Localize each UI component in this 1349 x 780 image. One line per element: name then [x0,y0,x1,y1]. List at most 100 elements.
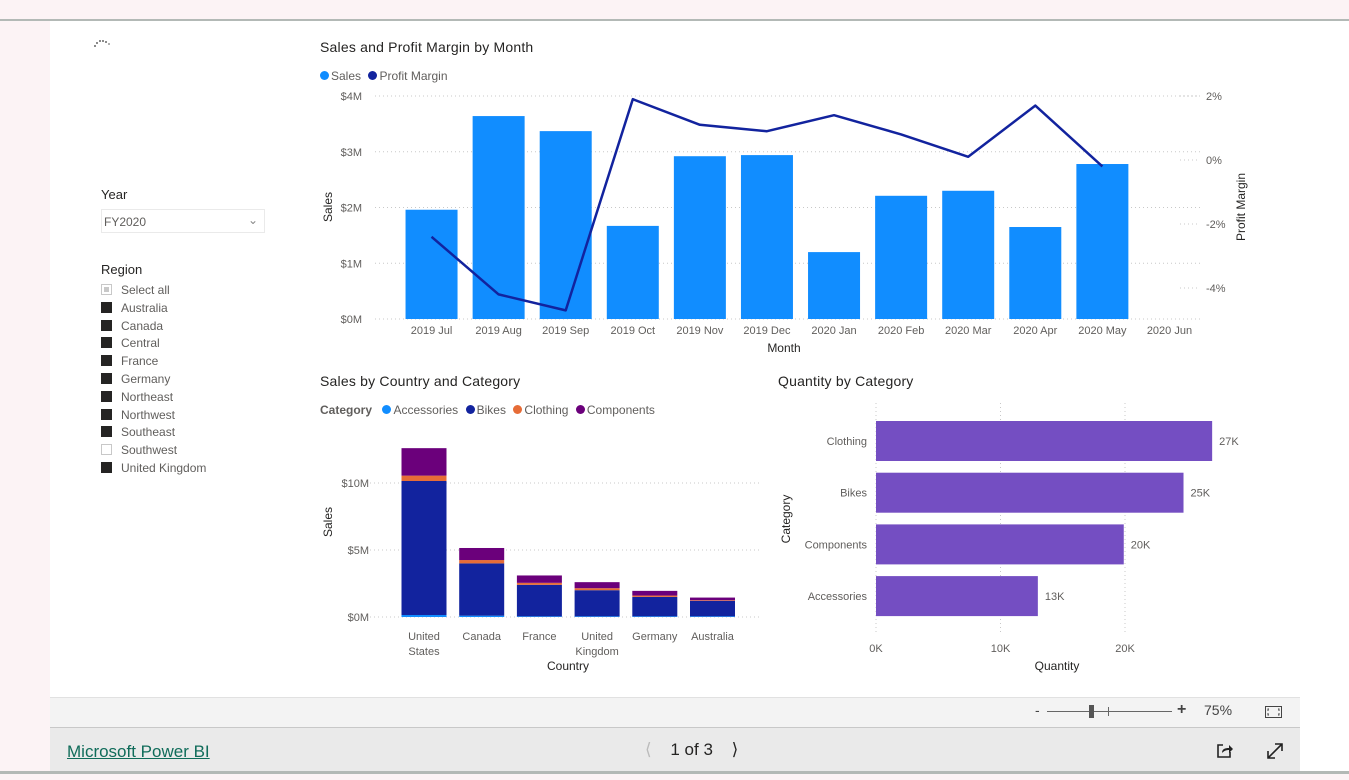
checkbox-icon[interactable] [101,301,112,313]
legend-item-components[interactable]: Components [575,403,655,417]
stacked-bar-bikes[interactable] [401,480,447,615]
stacked-bar-components[interactable] [574,582,620,589]
legend-dot [465,405,475,414]
stacked-bar-bikes[interactable] [632,596,678,617]
legend-dot-sales [320,71,329,80]
region-option[interactable]: Southeast [101,423,175,441]
x-axis-title: Country [547,659,589,673]
stacked-bar-accessories[interactable] [690,616,735,617]
checkbox-icon[interactable] [101,284,112,295]
legend-dot [575,405,585,414]
expand-icon[interactable] [1266,742,1284,760]
stacked-bar-clothing[interactable] [516,582,562,585]
stacked-bar-components[interactable] [690,597,735,601]
y-tick-label: $5M [348,545,369,557]
stacked-bar-clothing[interactable] [459,560,505,564]
checkbox-icon[interactable] [101,408,112,420]
sales-bar[interactable] [808,252,861,319]
checkbox-icon[interactable] [101,426,112,438]
region-option[interactable]: Select all [101,281,170,299]
zoom-in-button[interactable]: + [1177,701,1186,719]
region-option[interactable]: Australia [101,299,168,317]
chevron-right-icon[interactable]: ⟩ [732,740,739,759]
share-icon[interactable] [1216,742,1234,759]
x-tick-label: 20K [1115,643,1135,655]
region-option[interactable]: Southwest [101,441,177,459]
region-option[interactable]: Northeast [101,388,173,406]
checkbox-icon[interactable] [101,337,112,349]
sales-bar[interactable] [1009,227,1062,319]
y-axis-title: Category [779,495,793,544]
stacked-bar-clothing[interactable] [690,600,735,601]
stacked-bar-bikes[interactable] [516,584,562,617]
stacked-bar-accessories[interactable] [632,616,678,617]
sales-bar[interactable] [539,131,592,319]
legend-item-sales[interactable]: Sales [320,69,361,83]
quantity-bar[interactable] [876,576,1038,617]
sales-bar[interactable] [1076,164,1129,319]
zoom-slider-track[interactable] [1047,711,1172,712]
stacked-bar-accessories[interactable] [574,616,620,617]
stacked-bar-accessories[interactable] [401,614,447,617]
x-tick-label: 2020 Jun [1147,325,1192,337]
checkbox-icon[interactable] [101,319,112,331]
stacked-bar-components[interactable] [459,547,505,561]
legend-label: Sales [331,69,362,83]
stacked-bar-accessories[interactable] [459,615,505,617]
region-option[interactable]: Canada [101,317,163,335]
power-bi-link[interactable]: Microsoft Power BI [67,742,210,762]
y-tick-label: $10M [341,478,369,490]
checkbox-icon[interactable] [101,390,112,402]
year-dropdown[interactable]: FY2020 ⌄ [101,209,265,233]
quantity-bar[interactable] [876,421,1213,461]
stacked-bar-accessories[interactable] [516,616,562,617]
stacked-bar-bikes[interactable] [459,563,505,616]
y-tick-label: $1M [341,258,362,270]
legend-item-clothing[interactable]: Clothing [513,403,568,417]
stacked-bar-components[interactable] [516,575,562,583]
sales-bar[interactable] [673,156,726,319]
stacked-bar-bikes[interactable] [690,600,735,617]
legend-item-accessories[interactable]: Accessories [382,403,458,417]
stacked-bar-clothing[interactable] [401,475,447,481]
x-tick-label: 2020 Mar [945,325,992,337]
checkbox-icon[interactable] [101,444,112,456]
checkbox-icon[interactable] [101,355,112,367]
sales-bar[interactable] [405,209,458,319]
fit-to-page-icon[interactable] [1265,706,1282,718]
sales-bar[interactable] [875,195,928,319]
chart1-legend: Sales Profit Margin [320,67,451,85]
y-tick-label: Components [805,539,868,551]
sales-bar[interactable] [740,155,793,319]
x-tick-label: Canada [462,631,501,643]
zoom-out-button[interactable]: - [1035,702,1040,718]
region-option[interactable]: Northwest [101,406,175,424]
stacked-bar-components[interactable] [401,448,447,476]
region-option-label: Southeast [121,425,176,440]
sales-bar[interactable] [472,116,525,319]
y-tick-label: $4M [341,91,362,103]
region-option[interactable]: Germany [101,370,170,388]
stacked-bar-clothing[interactable] [574,588,620,591]
chevron-left-icon[interactable]: ⟨ [645,740,652,759]
checkbox-icon[interactable] [101,462,112,473]
quantity-bar[interactable] [876,524,1124,565]
stacked-bar-bikes[interactable] [574,590,620,617]
legend-item-profit-margin[interactable]: Profit Margin [368,69,448,83]
quantity-category-chart: 0K 10K 20K Clothing 27K Bikes 25K Components 20K… [779,403,1239,673]
data-label: 25K [1191,488,1211,500]
quantity-bar[interactable] [876,472,1184,513]
zoom-slider-handle[interactable] [1089,705,1094,718]
sales-bar[interactable] [942,190,995,319]
checkbox-icon[interactable] [101,373,112,384]
year-slicer-label: Year [101,187,128,202]
region-option[interactable]: United Kingdom [101,459,206,477]
region-option[interactable]: France [101,352,158,370]
sales-bar[interactable] [606,225,659,319]
region-option[interactable]: Central [101,334,160,352]
x-tick-label: Germany [632,631,678,643]
chevron-down-icon: ⌄ [247,213,258,227]
legend-item-bikes[interactable]: Bikes [465,403,506,417]
stacked-bar-components[interactable] [632,590,678,596]
stacked-bar-clothing[interactable] [632,595,678,597]
